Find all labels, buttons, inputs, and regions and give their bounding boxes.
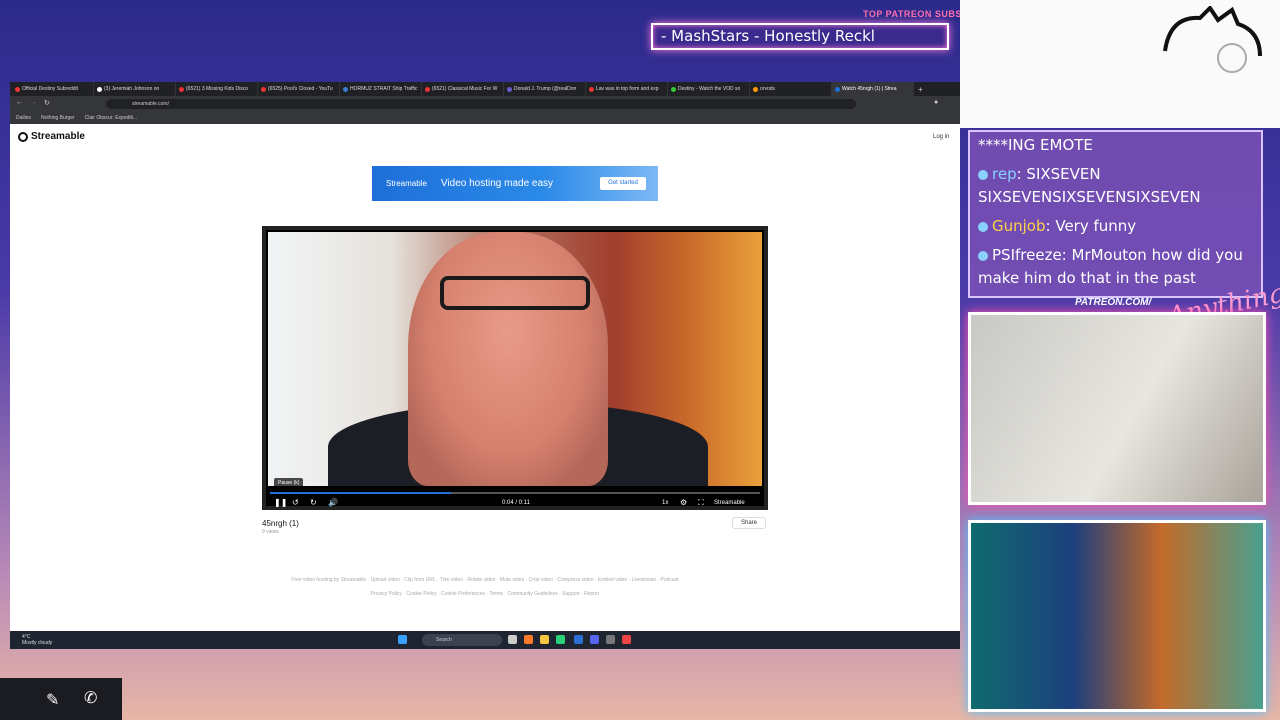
chat-text: ****ING EMOTE bbox=[978, 136, 1093, 154]
video-subject-glasses bbox=[440, 276, 590, 310]
call-controls: ✎ ✆ bbox=[0, 678, 122, 720]
back-icon[interactable]: ← bbox=[16, 99, 23, 106]
footer-links[interactable]: Free video hosting by Streamable · Uploa… bbox=[10, 577, 960, 583]
favicon-icon bbox=[671, 86, 676, 92]
favicon-icon bbox=[97, 86, 102, 92]
discord-icon[interactable] bbox=[590, 635, 599, 644]
video-title: 45nrgh (1) bbox=[262, 519, 299, 528]
video-frame[interactable]: Pause (k) bbox=[268, 232, 762, 486]
user-badge-icon bbox=[978, 250, 988, 261]
progress-fill bbox=[270, 492, 452, 494]
volume-icon[interactable]: 🔊 bbox=[328, 498, 338, 507]
video-player[interactable]: Pause (k) ❚❚ ↺ ↻ 🔊 0:04 / 0:11 1x ⚙ ⛶ St… bbox=[262, 226, 768, 510]
webcam-guest bbox=[968, 520, 1266, 712]
weather-widget[interactable]: 4°C Mostly cloudy bbox=[22, 634, 52, 646]
video-subject-face bbox=[408, 232, 608, 486]
footer-legal-links[interactable]: Privacy Policy · Cookie Policy · Cookie … bbox=[10, 591, 960, 597]
bookmark-item[interactable]: Clair Obscur: Expediti... bbox=[85, 115, 138, 121]
chat-message: Gunjob: Very funny bbox=[978, 215, 1253, 238]
patreon-title: TOP PATREON SUBS bbox=[863, 9, 962, 19]
ad-brand: Streamable bbox=[386, 179, 427, 188]
new-tab-button[interactable]: + bbox=[918, 85, 923, 94]
forward-icon[interactable]: → bbox=[30, 99, 37, 106]
chat-message: ****ING EMOTE bbox=[978, 134, 1253, 157]
favicon-icon bbox=[15, 86, 20, 92]
favicon-icon bbox=[835, 86, 840, 92]
bookmarks-bar: Dailies Nothing Burger Clair Obscur: Exp… bbox=[10, 112, 960, 124]
patreon-url: PATREON.COM/ bbox=[1075, 297, 1152, 308]
taskbar-search[interactable]: Search bbox=[422, 634, 502, 646]
user-badge-icon bbox=[978, 169, 988, 180]
cat-logo-icon bbox=[1163, 6, 1262, 73]
chat-user: rep bbox=[992, 165, 1017, 183]
chat-text: Very funny bbox=[1055, 217, 1137, 235]
browser-tab[interactable]: Donald J. Trump (@realDon bbox=[504, 82, 586, 96]
get-started-button[interactable]: Get started bbox=[600, 177, 646, 190]
player-brand[interactable]: Streamable bbox=[714, 500, 745, 506]
favicon-icon bbox=[589, 86, 594, 92]
start-icon[interactable] bbox=[398, 635, 407, 644]
ad-headline: Video hosting made easy bbox=[440, 178, 554, 189]
bookmark-item[interactable]: Dailies bbox=[16, 115, 31, 121]
view-count: 9 views bbox=[262, 529, 279, 535]
reload-icon[interactable]: ↻ bbox=[44, 99, 50, 107]
mute-icon[interactable]: ✎ bbox=[46, 690, 59, 710]
progress-bar[interactable] bbox=[270, 492, 760, 494]
pause-tooltip: Pause (k) bbox=[274, 478, 304, 486]
obs-icon[interactable] bbox=[606, 635, 615, 644]
app-icon[interactable] bbox=[556, 635, 565, 644]
browser-window: Official Destiny Subreddit (3) Jeremiah … bbox=[10, 82, 960, 649]
browser-tab[interactable]: (3) Jeremiah Johnson on bbox=[94, 82, 176, 96]
patreon-ticker: - MashStars - Honestly Reckl bbox=[651, 23, 949, 50]
fullscreen-icon[interactable]: ⛶ bbox=[698, 498, 704, 508]
browser-tab[interactable]: Official Destiny Subreddit bbox=[12, 82, 94, 96]
address-bar-row: ← → ↻ streamable.com/ ● bbox=[10, 96, 960, 112]
settings-icon[interactable]: ⚙ bbox=[680, 498, 687, 507]
phone-icon[interactable]: ✆ bbox=[84, 688, 97, 708]
favicon-icon bbox=[425, 86, 430, 92]
pause-icon[interactable]: ❚❚ bbox=[274, 498, 287, 507]
browser-tab[interactable]: Destiny - Watch the VOD so bbox=[668, 82, 750, 96]
streamable-logo-icon bbox=[18, 131, 28, 142]
chat-message: PSIfreeze: MrMouton how did you make him… bbox=[978, 246, 1243, 287]
explorer-icon[interactable] bbox=[540, 635, 549, 644]
task-view-icon[interactable] bbox=[508, 635, 517, 644]
firefox-icon[interactable] bbox=[524, 635, 533, 644]
streamable-page: Streamable Log in Streamable Video hosti… bbox=[10, 124, 960, 631]
forward-icon[interactable]: ↻ bbox=[310, 498, 317, 507]
chrome-icon[interactable] bbox=[622, 635, 631, 644]
browser-tab[interactable]: orvods bbox=[750, 82, 832, 96]
favicon-icon bbox=[753, 86, 758, 92]
chat-panel: ****ING EMOTE rep: SIXSEVEN SIXSEVENSIXS… bbox=[968, 130, 1263, 298]
browser-tab[interactable]: (6521) 3 Missing Kids Disco bbox=[176, 82, 258, 96]
browser-tab[interactable]: (6521) Classical Music For W bbox=[422, 82, 504, 96]
time-display: 0:04 / 0:11 bbox=[502, 500, 530, 506]
ad-banner[interactable]: Streamable Video hosting made easy Get s… bbox=[372, 166, 658, 201]
streamable-logo[interactable]: Streamable bbox=[18, 131, 85, 142]
favicon-icon bbox=[179, 86, 184, 92]
webcam-host bbox=[968, 312, 1266, 505]
share-button[interactable]: Share bbox=[732, 517, 766, 529]
favicon-icon bbox=[507, 86, 512, 92]
browser-tab[interactable]: HORMUZ STRAIT Ship Traffic bbox=[340, 82, 422, 96]
chat-user: PSIfreeze bbox=[992, 246, 1062, 264]
favicon-icon bbox=[343, 86, 348, 92]
tab-bar: Official Destiny Subreddit (3) Jeremiah … bbox=[10, 82, 960, 96]
steam-icon[interactable] bbox=[574, 635, 583, 644]
user-badge-icon bbox=[978, 221, 988, 232]
chat-message: rep: SIXSEVEN SIXSEVENSIXSEVENSIXSEVEN bbox=[978, 165, 1201, 206]
player-controls: ❚❚ ↺ ↻ 🔊 0:04 / 0:11 1x ⚙ ⛶ Streamable bbox=[270, 496, 760, 510]
speed-button[interactable]: 1x bbox=[662, 500, 668, 506]
browser-tab-active[interactable]: Watch 45nrgh (1) | Strea bbox=[832, 82, 914, 96]
browser-tab[interactable]: Lav was in top form and exp bbox=[586, 82, 668, 96]
taskbar: 4°C Mostly cloudy Search bbox=[10, 631, 960, 649]
profile-icon[interactable]: ● bbox=[934, 99, 938, 106]
favicon-icon bbox=[261, 86, 266, 92]
browser-tab[interactable]: (6525) Pool's Closed - YouTu bbox=[258, 82, 340, 96]
bookmark-item[interactable]: Nothing Burger bbox=[41, 115, 75, 121]
login-link[interactable]: Log in bbox=[933, 134, 949, 140]
url-input[interactable]: streamable.com/ bbox=[106, 99, 856, 109]
rewind-icon[interactable]: ↺ bbox=[292, 498, 299, 507]
chat-user: Gunjob bbox=[992, 217, 1046, 235]
